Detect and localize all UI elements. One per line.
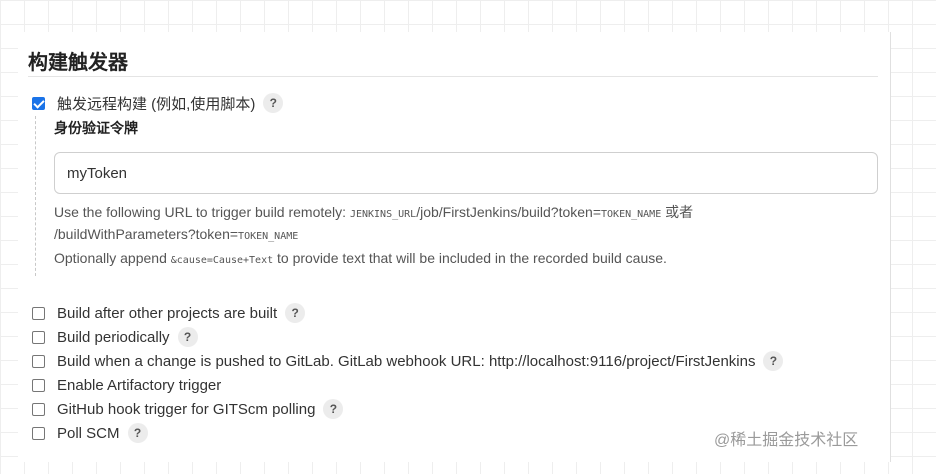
- trigger-remote-build-label[interactable]: 触发远程构建 (例如,使用脚本): [57, 93, 255, 114]
- trigger-remote-build-checkbox[interactable]: [32, 96, 45, 110]
- trigger-github-hook-row: GitHub hook trigger for GITScm polling ?: [32, 398, 344, 420]
- description-text: /job/FirstJenkins/build?token=: [416, 204, 602, 220]
- help-icon[interactable]: ?: [263, 93, 284, 113]
- artifactory-trigger-checkbox[interactable]: [32, 378, 45, 392]
- remote-url-description-line2: /buildWithParameters?token=TOKEN_NAME: [54, 226, 298, 242]
- watermark: @稀土掘金技术社区: [714, 432, 859, 449]
- description-text: /buildWithParameters?token=: [54, 226, 239, 242]
- build-periodically-checkbox[interactable]: [32, 330, 45, 344]
- help-icon[interactable]: ?: [285, 303, 306, 323]
- poll-scm-checkbox[interactable]: [32, 426, 45, 440]
- description-text: 或者: [661, 204, 694, 220]
- description-text: Optionally append: [54, 250, 171, 266]
- auth-token-input[interactable]: [54, 152, 878, 194]
- remote-build-options: 身份验证令牌 Use the following URL to trigger …: [35, 116, 882, 276]
- help-icon[interactable]: ?: [323, 399, 344, 419]
- build-after-other-projects-checkbox[interactable]: [32, 306, 45, 320]
- build-after-other-projects-label[interactable]: Build after other projects are built: [57, 305, 277, 322]
- gitlab-push-checkbox[interactable]: [32, 354, 45, 368]
- section-divider: [28, 76, 878, 77]
- github-hook-checkbox[interactable]: [32, 402, 45, 416]
- token-name-code: TOKEN_NAME: [601, 209, 662, 220]
- trigger-poll-scm-row: Poll SCM ?: [32, 422, 148, 444]
- help-icon[interactable]: ?: [177, 327, 198, 347]
- cause-text-code: &cause=Cause+Text: [170, 255, 274, 266]
- poll-scm-label[interactable]: Poll SCM: [57, 425, 120, 442]
- build-triggers-panel: 构建触发器 触发远程构建 (例如,使用脚本) ? 身份验证令牌 Use the …: [18, 32, 891, 462]
- artifactory-trigger-label[interactable]: Enable Artifactory trigger: [57, 377, 221, 394]
- token-name-code: TOKEN_NAME: [238, 231, 299, 242]
- gitlab-push-label[interactable]: Build when a change is pushed to GitLab.…: [57, 353, 755, 370]
- jenkins-url-code: JENKINS_URL: [349, 209, 417, 220]
- help-icon[interactable]: ?: [763, 351, 784, 371]
- help-icon[interactable]: ?: [127, 423, 148, 443]
- auth-token-label: 身份验证令牌: [54, 120, 138, 136]
- section-title: 构建触发器: [28, 52, 128, 74]
- trigger-artifactory-row: Enable Artifactory trigger: [32, 374, 221, 396]
- github-hook-label[interactable]: GitHub hook trigger for GITScm polling: [57, 401, 315, 418]
- trigger-remote-build-row: 触发远程构建 (例如,使用脚本) ?: [32, 92, 284, 114]
- trigger-gitlab-push-row: Build when a change is pushed to GitLab.…: [32, 350, 784, 372]
- trigger-build-periodically-row: Build periodically ?: [32, 326, 198, 348]
- remote-url-description-line1: Use the following URL to trigger build r…: [54, 202, 693, 222]
- cause-description: Optionally append &cause=Cause+Text to p…: [54, 250, 667, 266]
- build-periodically-label[interactable]: Build periodically: [57, 329, 170, 346]
- trigger-build-after-other-projects-row: Build after other projects are built ?: [32, 302, 306, 324]
- description-text: to provide text that will be included in…: [273, 250, 667, 266]
- description-text: Use the following URL to trigger build r…: [54, 204, 350, 220]
